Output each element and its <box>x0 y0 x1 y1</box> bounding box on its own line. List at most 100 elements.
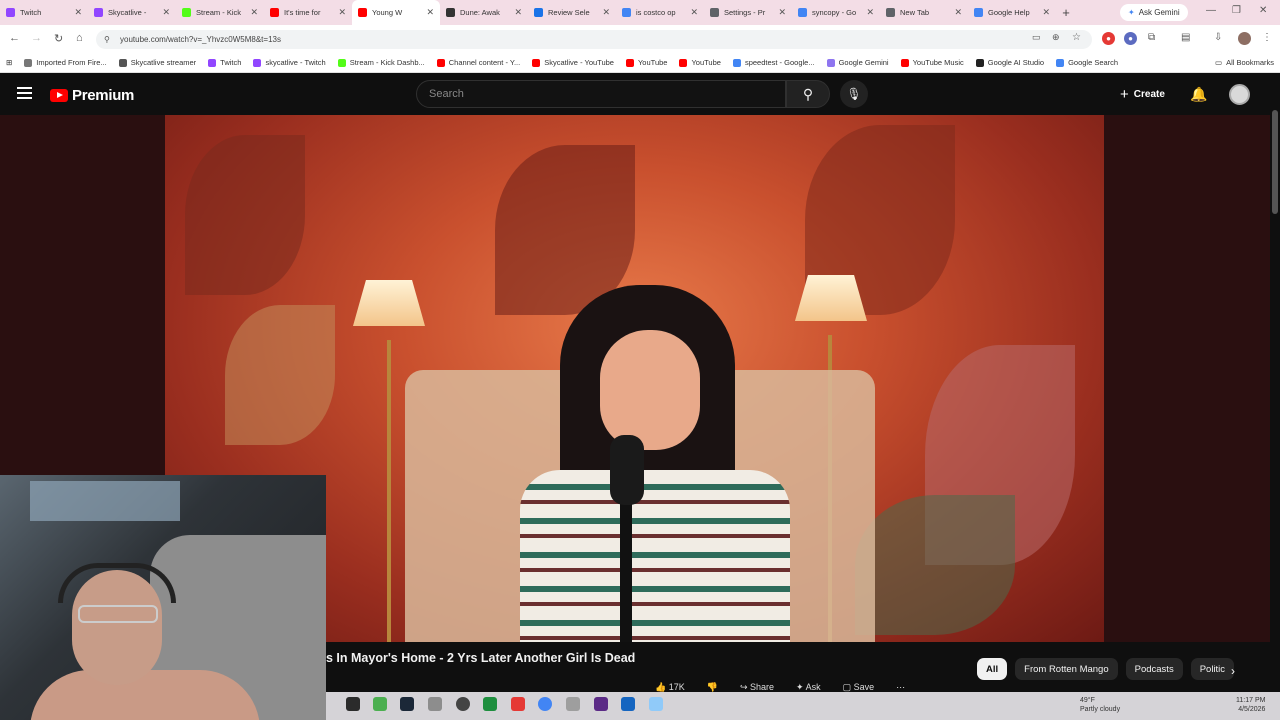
app-icon-tools[interactable] <box>566 697 580 711</box>
voice-search-button[interactable]: 🎙 <box>840 80 868 108</box>
steam-icon[interactable] <box>400 697 414 711</box>
bookmark-item[interactable]: Google Gemini <box>821 58 895 67</box>
notifications-bell-icon[interactable]: 🔔 <box>1190 86 1207 103</box>
tab-title: is costco op <box>636 8 676 17</box>
bookmark-star-icon[interactable]: ☆ <box>1072 32 1081 43</box>
chip-next-icon[interactable]: › <box>1231 664 1235 678</box>
bookmark-label: Google AI Studio <box>987 58 1045 67</box>
tab-close-icon[interactable]: ✕ <box>514 7 522 18</box>
tab-close-icon[interactable]: ✕ <box>954 7 962 18</box>
browser-tab[interactable]: Dune: Awak ✕ <box>440 0 528 25</box>
search-input[interactable]: Search <box>416 80 786 108</box>
browser-tab[interactable]: Settings - Pr ✕ <box>704 0 792 25</box>
account-avatar[interactable] <box>1229 84 1250 105</box>
browser-tab[interactable]: Skycatlive - ✕ <box>88 0 176 25</box>
profile-avatar-icon[interactable] <box>1238 32 1251 45</box>
new-tab-icon[interactable]: + <box>1056 5 1076 20</box>
browser-tab[interactable]: Stream - Kick ✕ <box>176 0 264 25</box>
bookmark-item[interactable]: Channel content - Y... <box>431 58 526 67</box>
downloads-icon[interactable]: ⇩ <box>1214 32 1222 43</box>
weather-temp: 49°F <box>1080 697 1095 704</box>
browser-menu-icon[interactable]: ⋮ <box>1262 32 1272 43</box>
bookmark-item[interactable]: YouTube <box>673 58 726 67</box>
app-icon-light[interactable] <box>649 697 663 711</box>
tab-close-icon[interactable]: ✕ <box>866 7 874 18</box>
weather-widget[interactable]: 49°F Partly cloudy <box>1080 696 1120 714</box>
obs-icon[interactable] <box>594 697 608 711</box>
chrome-icon[interactable] <box>538 697 552 711</box>
browser-tab[interactable]: Google Help ✕ <box>968 0 1056 25</box>
tab-close-icon[interactable]: ✕ <box>162 7 170 18</box>
scrollbar-thumb[interactable] <box>1272 110 1278 214</box>
bookmark-label: YouTube <box>637 58 668 67</box>
browser-tab[interactable]: New Tab ✕ <box>880 0 968 25</box>
extension-red-icon[interactable]: ● <box>1102 32 1115 45</box>
reload-icon[interactable]: ↻ <box>54 32 63 45</box>
tab-close-icon[interactable]: ✕ <box>338 7 346 18</box>
close-window-icon[interactable]: ✕ <box>1259 5 1267 16</box>
tab-close-icon[interactable]: ✕ <box>426 7 434 18</box>
filter-chip[interactable]: Politic <box>1190 658 1235 680</box>
zoom-icon[interactable]: ⊕ <box>1052 32 1060 43</box>
filter-chip[interactable]: All <box>977 658 1008 680</box>
tab-favicon-icon <box>974 8 983 17</box>
filter-chip[interactable]: Podcasts <box>1125 658 1183 680</box>
bookmark-item[interactable]: YouTube <box>620 58 673 67</box>
cast-icon[interactable]: ▭ <box>1032 32 1041 43</box>
share-label: Share <box>750 682 775 692</box>
app-icon-green[interactable] <box>373 697 387 711</box>
apps-icon[interactable]: ⊞ <box>0 58 18 67</box>
bookmark-favicon-icon <box>118 58 127 67</box>
extension-blue-icon[interactable]: ● <box>1124 32 1137 45</box>
browser-tab[interactable]: Young W ✕ <box>352 0 440 25</box>
all-bookmarks-button[interactable]: ▭ All Bookmarks <box>1209 58 1280 67</box>
app-icon-dark[interactable] <box>456 697 470 711</box>
maximize-icon[interactable]: ❐ <box>1232 5 1241 16</box>
filter-chip[interactable]: From Rotten Mango <box>1015 658 1118 680</box>
browser-tab[interactable]: It's time for ✕ <box>264 0 352 25</box>
bookmark-item[interactable]: Stream - Kick Dashb... <box>332 58 431 67</box>
home-icon[interactable]: ⌂ <box>76 32 83 44</box>
browser-tab[interactable]: syncopy - Go ✕ <box>792 0 880 25</box>
url-text: youtube.com/watch?v=_Yhvzc0W5M8&t=13s <box>120 35 281 44</box>
browser-tab[interactable]: Review Sele ✕ <box>528 0 616 25</box>
menu-icon[interactable] <box>17 87 32 99</box>
tab-close-icon[interactable]: ✕ <box>1042 7 1050 18</box>
minimize-icon[interactable]: — <box>1206 5 1216 16</box>
browser-tab[interactable]: is costco op ✕ <box>616 0 704 25</box>
epic-games-icon[interactable] <box>346 697 360 711</box>
bookmarks-bar: ⊞ Imported From Fire... Skycatlive streame… <box>0 53 1280 73</box>
search-placeholder: Search <box>429 88 464 100</box>
bookmark-item[interactable]: skycatlive - Twitch <box>247 58 331 67</box>
clock[interactable]: 11:17 PM 4/5/2026 <box>1236 696 1265 714</box>
tab-close-icon[interactable]: ✕ <box>778 7 786 18</box>
app-icon-red[interactable] <box>511 697 525 711</box>
extensions-icon[interactable]: ⧉ <box>1148 32 1155 43</box>
bookmark-item[interactable]: Skycatlive streamer <box>113 58 202 67</box>
tab-close-icon[interactable]: ✕ <box>74 7 82 18</box>
search-icon: ⚲ <box>802 85 814 102</box>
sheets-icon[interactable] <box>483 697 497 711</box>
tab-close-icon[interactable]: ✕ <box>602 7 610 18</box>
ask-gemini-button[interactable]: ✦ Ask Gemini <box>1120 4 1188 21</box>
tab-close-icon[interactable]: ✕ <box>690 7 698 18</box>
browser-tab[interactable]: Twitch ✕ <box>0 0 88 25</box>
url-field[interactable]: ⚲ youtube.com/watch?v=_Yhvzc0W5M8&t=13s <box>96 30 1092 49</box>
bookmark-item[interactable]: speedtest - Google... <box>727 58 821 67</box>
app-icon-blue[interactable] <box>621 697 635 711</box>
app-icon-grey[interactable] <box>428 697 442 711</box>
side-panel-icon[interactable]: ▤ <box>1181 32 1190 43</box>
tab-close-icon[interactable]: ✕ <box>250 7 258 18</box>
plus-icon: + <box>1120 85 1129 103</box>
bookmark-item[interactable]: Skycatlive - YouTube <box>526 58 620 67</box>
bookmark-item[interactable]: Google AI Studio <box>970 58 1050 67</box>
bookmark-item[interactable]: Google Search <box>1050 58 1124 67</box>
youtube-premium-logo[interactable]: Premium <box>50 87 134 104</box>
bookmark-item[interactable]: YouTube Music <box>895 58 970 67</box>
bookmark-item[interactable]: Imported From Fire... <box>18 58 112 67</box>
forward-icon[interactable]: → <box>31 32 42 44</box>
back-icon[interactable]: ← <box>9 32 20 44</box>
create-button[interactable]: + Create <box>1114 82 1171 106</box>
search-button[interactable]: ⚲ <box>786 80 830 108</box>
bookmark-item[interactable]: Twitch <box>202 58 247 67</box>
